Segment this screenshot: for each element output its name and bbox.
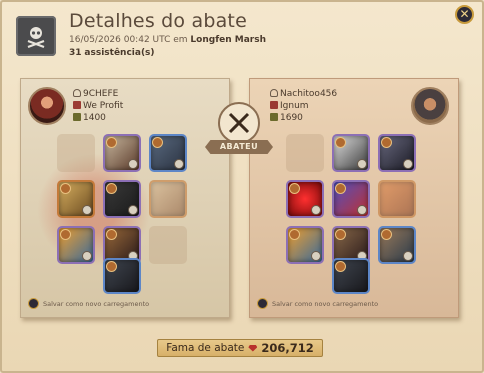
save-icon: [28, 298, 39, 309]
mount-slot[interactable]: [332, 258, 370, 294]
enchant-badge: [357, 159, 367, 169]
tier-badge: [289, 229, 300, 240]
tier-badge: [106, 183, 117, 194]
player-icon: [270, 89, 278, 97]
enchant-badge: [82, 251, 92, 261]
enchant-badge: [82, 205, 92, 215]
crossed-swords-icon: [218, 102, 260, 144]
killer-avatar[interactable]: [28, 87, 66, 125]
close-icon: ✕: [459, 7, 470, 21]
victim-item-power: 1690: [280, 113, 303, 123]
enchant-badge: [311, 205, 321, 215]
cape-slot[interactable]: [149, 134, 187, 172]
killer-guild: We Profit: [83, 101, 124, 111]
guild-icon: [73, 101, 81, 109]
tier-badge: [60, 229, 71, 240]
fame-value: 206,712: [261, 341, 314, 355]
killer-info: 9CHEFE We Profit 1400: [73, 88, 123, 124]
killer-save-loadout[interactable]: Salvar como novo carregamento: [28, 298, 149, 309]
tier-badge: [335, 137, 346, 148]
close-button[interactable]: ✕: [455, 5, 474, 24]
kill-fame-bar: Fama de abate 206,712: [157, 339, 323, 357]
head-slot[interactable]: [332, 134, 370, 172]
potion-slot[interactable]: [57, 226, 95, 264]
save-icon: [257, 298, 268, 309]
assists-count: 31: [69, 48, 82, 58]
tier-badge: [289, 183, 300, 194]
tier-badge: [152, 137, 163, 148]
save-label: Salvar como novo carregamento: [272, 299, 379, 308]
player-icon: [73, 89, 81, 97]
tier-badge: [60, 183, 71, 194]
tier-badge: [106, 137, 117, 148]
kill-label: ABATEU: [205, 140, 273, 154]
enchant-badge: [128, 205, 138, 215]
location-text: Longfen Marsh: [190, 35, 266, 45]
victim-name: Nachitoo456: [280, 89, 338, 99]
food-slot-empty: [149, 226, 187, 264]
datetime-text: 16/05/2026 00:42 UTC em: [69, 35, 188, 45]
tier-badge: [381, 137, 392, 148]
killer-name: 9CHEFE: [83, 89, 119, 99]
fame-label: Fama de abate: [166, 342, 245, 354]
victim-guild: Ignum: [280, 101, 309, 111]
food-slot[interactable]: [378, 226, 416, 264]
tier-badge: [106, 229, 117, 240]
bag-slot-empty: [57, 134, 95, 172]
killer-panel: 9CHEFE We Profit 1400 Salvar como novo c…: [20, 78, 230, 318]
mainhand-slot[interactable]: [57, 180, 95, 218]
victim-equipment-grid: [286, 134, 424, 294]
page-title: Detalhes do abate: [69, 10, 247, 32]
killer-item-power: 1400: [83, 113, 106, 123]
tier-badge: [335, 183, 346, 194]
enchant-badge: [357, 205, 367, 215]
victim-avatar[interactable]: [411, 87, 449, 125]
enchant-badge: [128, 159, 138, 169]
killer-equipment-grid: [57, 134, 195, 294]
armor-slot[interactable]: [103, 180, 141, 218]
victim-panel: Nachitoo456 Ignum 1690 Salvar como novo …: [249, 78, 459, 318]
tier-badge: [335, 229, 346, 240]
offhand-slot[interactable]: [149, 180, 187, 218]
tier-badge: [106, 261, 117, 272]
fame-gem-icon: [248, 344, 258, 352]
enchant-badge: [403, 159, 413, 169]
item-power-icon: [73, 113, 81, 121]
kill-datetime: 16/05/2026 00:42 UTC em Longfen Marsh: [69, 35, 266, 45]
assists-line: 31 assistência(s): [69, 48, 155, 58]
tier-badge: [335, 261, 346, 272]
guild-icon: [270, 101, 278, 109]
offhand-slot[interactable]: [378, 180, 416, 218]
cape-slot[interactable]: [378, 134, 416, 172]
mount-slot[interactable]: [103, 258, 141, 294]
victim-save-loadout[interactable]: Salvar como novo carregamento: [257, 298, 378, 309]
skull-crossbones-icon: [16, 16, 56, 56]
bag-slot-empty: [286, 134, 324, 172]
enchant-badge: [403, 251, 413, 261]
assists-label: assistência(s): [84, 48, 155, 58]
mainhand-slot[interactable]: [286, 180, 324, 218]
enchant-badge: [311, 251, 321, 261]
save-label: Salvar como novo carregamento: [43, 299, 150, 308]
tier-badge: [381, 229, 392, 240]
armor-slot[interactable]: [332, 180, 370, 218]
item-power-icon: [270, 113, 278, 121]
victim-info: Nachitoo456 Ignum 1690: [270, 88, 337, 124]
potion-slot[interactable]: [286, 226, 324, 264]
enchant-badge: [174, 159, 184, 169]
head-slot[interactable]: [103, 134, 141, 172]
